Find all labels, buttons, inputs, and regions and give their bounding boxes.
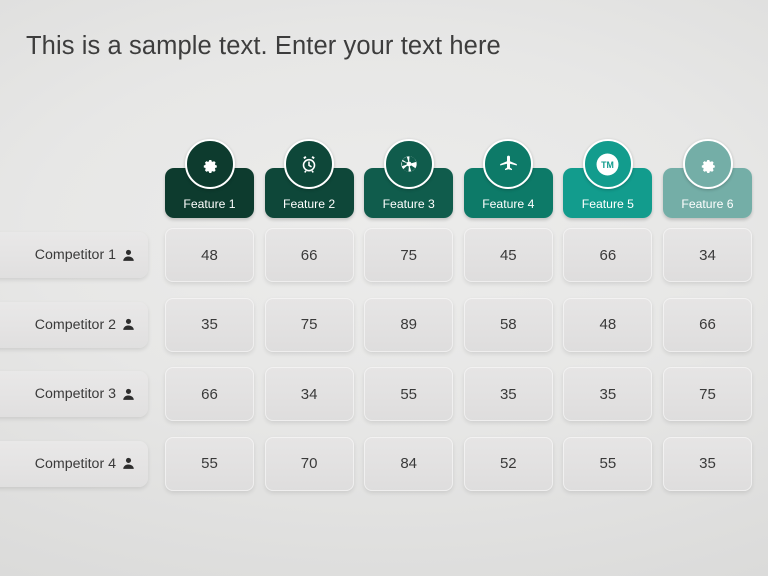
matrix-cell-r1-c1[interactable]: 48 [165, 228, 254, 282]
airplane-icon-badge-4[interactable] [483, 139, 534, 189]
aperture-icon-badge-3[interactable] [383, 139, 434, 189]
matrix-cell-value: 58 [499, 316, 517, 333]
matrix-cell-value: 35 [201, 316, 218, 333]
competitor-label-text: Competitor 4 [34, 455, 116, 472]
matrix-cell-value: 84 [400, 455, 418, 472]
matrix-cell-r2-c4[interactable]: 58 [463, 297, 553, 352]
matrix-cell-value: 48 [201, 246, 218, 264]
matrix-cell-value: 55 [201, 455, 218, 472]
matrix-cell-r4-c4[interactable]: 52 [463, 436, 553, 491]
alarm-icon-badge-2[interactable] [284, 139, 335, 189]
feature-tab-label: Feature 2 [283, 197, 336, 211]
person-icon [121, 248, 136, 263]
page-title: This is a sample text. Enter your text h… [26, 32, 501, 60]
gear-icon-badge-1[interactable] [184, 139, 235, 189]
matrix-cell-value: 70 [300, 455, 318, 472]
matrix-cell-value: 35 [499, 385, 517, 403]
matrix-cell-r3-c2[interactable]: 34 [264, 367, 354, 421]
matrix-cell-r4-c6[interactable]: 35 [663, 436, 752, 491]
matrix-cell-value: 48 [599, 316, 617, 333]
matrix-cell-r2-c2[interactable]: 75 [264, 297, 354, 352]
tm-icon-badge-5[interactable]: TM [582, 139, 633, 189]
matrix-cell-r2-c5[interactable]: 48 [563, 297, 653, 352]
matrix-cell-value: 66 [599, 246, 617, 264]
matrix-cell-r2-c6[interactable]: 66 [663, 297, 752, 352]
slide-canvas: This is a sample text. Enter your text h… [0, 0, 768, 576]
person-icon [121, 387, 136, 402]
matrix-cell-value: 66 [201, 385, 218, 403]
matrix-cell-r4-c1[interactable]: 55 [165, 436, 254, 491]
gear-icon-badge-6[interactable] [682, 139, 733, 189]
matrix-cell-value: 55 [599, 455, 617, 472]
svg-text:TM: TM [602, 160, 615, 170]
matrix-cell-value: 45 [499, 246, 517, 264]
alarm-icon [299, 154, 319, 174]
competitor-label-text: Competitor 2 [34, 316, 116, 333]
competitor-label-4[interactable]: Competitor 4 [0, 440, 148, 487]
matrix-cell-r3-c6[interactable]: 75 [663, 367, 752, 421]
feature-tab-label: Feature 5 [581, 197, 634, 211]
person-icon [121, 317, 136, 332]
tm-icon: TM [594, 151, 621, 178]
competitor-label-2[interactable]: Competitor 2 [0, 301, 148, 348]
matrix-cell-r1-c6[interactable]: 34 [663, 228, 752, 282]
matrix-cell-value: 55 [400, 385, 418, 403]
matrix-cell-r3-c4[interactable]: 35 [463, 367, 553, 421]
matrix-cell-value: 34 [699, 246, 716, 264]
matrix-cell-value: 52 [499, 455, 517, 472]
competitor-label-1[interactable]: Competitor 1 [0, 232, 148, 278]
matrix-cell-r1-c5[interactable]: 66 [563, 228, 653, 282]
matrix-cell-r1-c3[interactable]: 75 [364, 228, 454, 282]
airplane-icon [498, 154, 519, 175]
matrix-cell-r4-c3[interactable]: 84 [364, 436, 454, 491]
matrix-cell-value: 75 [699, 385, 716, 403]
competitor-label-text: Competitor 3 [34, 386, 116, 402]
competitor-label-text: Competitor 1 [34, 247, 116, 263]
matrix-cell-value: 75 [300, 316, 318, 333]
feature-tab-label: Feature 6 [681, 197, 734, 211]
feature-tab-label: Feature 3 [382, 197, 435, 211]
gear-icon [200, 155, 219, 174]
matrix-cell-r2-c3[interactable]: 89 [364, 297, 454, 352]
matrix-cell-value: 34 [300, 385, 318, 403]
competitor-label-3[interactable]: Competitor 3 [0, 371, 148, 417]
matrix-cell-r4-c5[interactable]: 55 [563, 436, 653, 491]
feature-tab-label: Feature 4 [482, 197, 535, 211]
matrix-cell-r3-c3[interactable]: 55 [364, 367, 454, 421]
matrix-cell-r4-c2[interactable]: 70 [264, 436, 354, 491]
matrix-cell-r3-c5[interactable]: 35 [563, 367, 653, 421]
matrix-cell-value: 89 [400, 316, 418, 333]
matrix-cell-value: 75 [400, 246, 418, 264]
matrix-cell-r1-c4[interactable]: 45 [463, 228, 553, 282]
person-icon [121, 456, 136, 471]
matrix-cell-value: 66 [699, 316, 716, 333]
matrix-cell-r2-c1[interactable]: 35 [165, 297, 254, 352]
aperture-icon [399, 154, 419, 174]
matrix-cell-value: 35 [699, 455, 716, 472]
matrix-cell-value: 66 [300, 246, 318, 264]
gear-icon [698, 155, 717, 174]
feature-tab-label: Feature 1 [183, 197, 236, 211]
matrix-cell-r1-c2[interactable]: 66 [264, 228, 354, 282]
matrix-cell-value: 35 [599, 385, 617, 403]
matrix-cell-r3-c1[interactable]: 66 [165, 367, 254, 421]
